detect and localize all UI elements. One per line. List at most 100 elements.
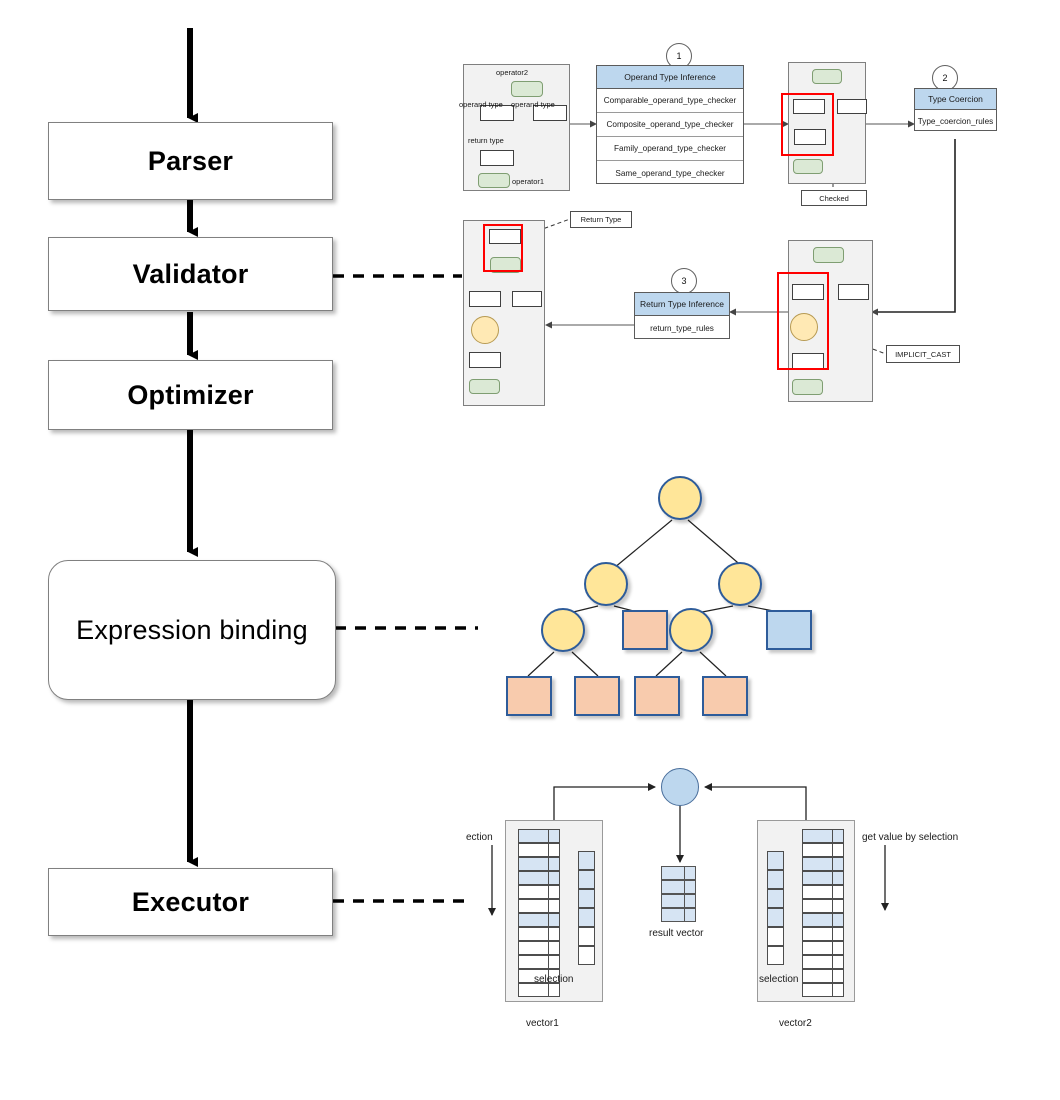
vector-cell-flag <box>549 955 560 969</box>
tree-node-root <box>658 476 702 520</box>
stage-box-validator[interactable]: Validator <box>48 237 333 311</box>
vector-cell-row <box>802 913 844 927</box>
vector-cell-row <box>518 983 560 997</box>
vector-cell-row <box>518 955 560 969</box>
vector-cell-value <box>518 983 549 997</box>
vector-cell-value <box>518 843 549 857</box>
vector-cell-value <box>518 899 549 913</box>
selection-cell <box>767 851 784 870</box>
stage-box-executor[interactable]: Executor <box>48 868 333 936</box>
result-vector-label: result vector <box>649 928 704 939</box>
stage-box-expression-binding[interactable]: Expression binding <box>48 560 336 700</box>
rule-table-title-type-coercion: Type Coercion <box>915 89 996 110</box>
ast3-node-right <box>512 291 542 307</box>
selection-cell <box>578 851 595 870</box>
tree-node-l3-a <box>506 676 552 716</box>
selection-cell <box>578 908 595 927</box>
vector-cell-flag <box>833 871 844 885</box>
vector-cell-value <box>802 899 833 913</box>
ast3-node-leaf <box>469 379 500 394</box>
vector-cell-flag <box>549 941 560 955</box>
vector-cell-value <box>518 871 549 885</box>
stage-label-executor: Executor <box>131 886 250 917</box>
vector1-selection-label: selection <box>534 974 574 985</box>
vector-cell-row <box>518 885 560 899</box>
ast-node-return-type <box>480 150 514 166</box>
stage-label-validator: Validator <box>132 258 249 289</box>
vector-cell-flag <box>833 983 844 997</box>
vector-cell-row <box>518 899 560 913</box>
vector-cell-flag <box>549 843 560 857</box>
rule-row-composite[interactable]: Composite_operand_type_checker <box>597 113 743 137</box>
tree-node-l2-d <box>766 610 812 650</box>
callout-implicit-cast: IMPLICIT_CAST <box>886 345 960 363</box>
vector-cell-value <box>802 927 833 941</box>
tree-node-l2-a <box>541 608 585 652</box>
rule-row-type-coercion-rules[interactable]: Type_coercion_rules <box>915 110 996 132</box>
ast3-node-cast-circle <box>471 316 499 344</box>
rule-row-comparable[interactable]: Comparable_operand_type_checker <box>597 89 743 113</box>
result-cell-row <box>661 908 696 922</box>
ast-label-operand-type-left: operand type <box>459 100 503 109</box>
rule-row-family[interactable]: Family_operand_type_checker <box>597 137 743 161</box>
vector2-selection-column <box>767 851 784 965</box>
rule-table-title-operand-type-inference: Operand Type Inference <box>597 66 743 89</box>
callout-return-type: Return Type <box>570 211 632 228</box>
ast4-node-right <box>838 284 869 300</box>
callout-checked: Checked <box>801 190 867 206</box>
vector-cell-row <box>518 829 560 843</box>
vector-cell-flag <box>549 857 560 871</box>
rule-row-return-type-rules[interactable]: return_type_rules <box>635 316 729 340</box>
vector-cell-row <box>802 969 844 983</box>
result-cell-flag <box>685 866 696 880</box>
selection-cell <box>578 889 595 908</box>
vector-cell-flag <box>549 927 560 941</box>
rule-table-operand-type-inference[interactable]: Operand Type Inference Comparable_operan… <box>596 65 744 184</box>
selection-cell <box>578 927 595 946</box>
rule-table-return-type-inference[interactable]: Return Type Inference return_type_rules <box>634 292 730 339</box>
vector-cell-flag <box>833 829 844 843</box>
stage-box-parser[interactable]: Parser <box>48 122 333 200</box>
vector-cell-row <box>802 843 844 857</box>
vector-cell-row <box>802 941 844 955</box>
ast-label-operand-type-right: operand type <box>511 100 555 109</box>
ast-label-operator2: operator2 <box>496 68 529 77</box>
result-cell-value <box>661 908 685 922</box>
vector-cell-row <box>518 843 560 857</box>
vector-cell-row <box>518 857 560 871</box>
vector-cell-value <box>802 885 833 899</box>
vector2-label: vector2 <box>779 1018 812 1029</box>
tree-node-l1-left <box>584 562 628 606</box>
vector-cell-row <box>518 913 560 927</box>
tree-node-l3-c <box>634 676 680 716</box>
ast2-node-leaf <box>793 159 823 174</box>
selection-cell <box>767 946 784 965</box>
selection-cell <box>578 946 595 965</box>
stage-label-parser: Parser <box>147 145 234 176</box>
highlight-box-ast3 <box>483 224 523 272</box>
ast-node-operator2 <box>511 81 543 97</box>
vector-cell-value <box>518 955 549 969</box>
selection-cell <box>767 927 784 946</box>
selection-cell <box>767 870 784 889</box>
detail-dashed-links <box>333 274 478 903</box>
vector-cell-row <box>802 871 844 885</box>
vector-cell-value <box>802 941 833 955</box>
rule-table-type-coercion[interactable]: Type Coercion Type_coercion_rules <box>914 88 997 131</box>
vector-cell-flag <box>833 857 844 871</box>
vector-cell-row <box>518 871 560 885</box>
tree-node-l2-c <box>669 608 713 652</box>
vector1-selection-column <box>578 851 595 965</box>
tree-node-l1-right <box>718 562 762 606</box>
tree-node-l3-b <box>574 676 620 716</box>
vector-cell-row <box>802 983 844 997</box>
ast3-node-child <box>469 352 501 368</box>
vector-cell-value <box>518 857 549 871</box>
stage-box-optimizer[interactable]: Optimizer <box>48 360 333 430</box>
vector-cell-value <box>802 829 833 843</box>
tree-node-l2-b <box>622 610 668 650</box>
vector2-selection-label: selection <box>759 974 799 985</box>
stage-label-expression-binding: Expression binding <box>76 614 308 645</box>
vector-cell-value <box>518 913 549 927</box>
rule-row-same[interactable]: Same_operand_type_checker <box>597 161 743 185</box>
